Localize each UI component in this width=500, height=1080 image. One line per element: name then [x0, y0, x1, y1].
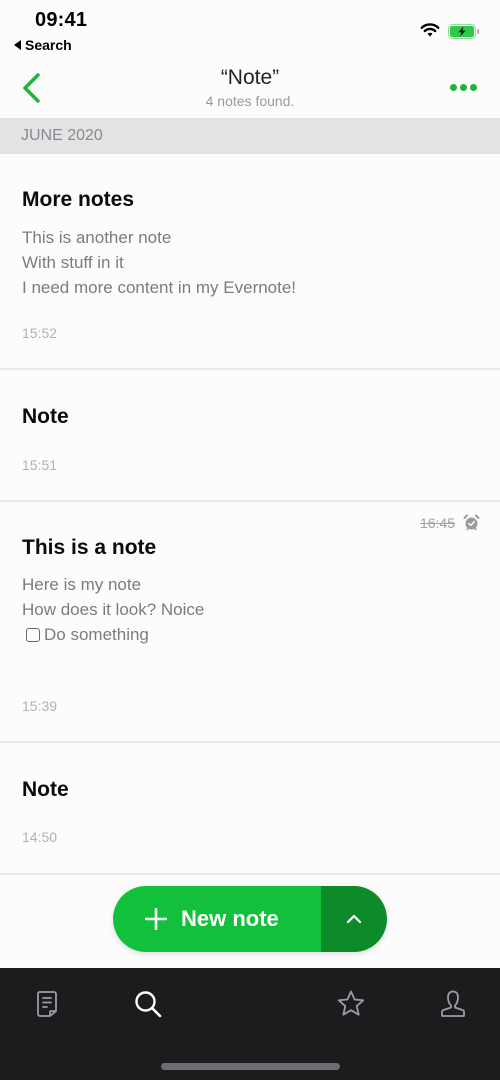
- note-time: 15:52: [22, 325, 58, 341]
- new-note-options-button[interactable]: [321, 886, 387, 952]
- snippet-line: With stuff in it: [22, 253, 124, 272]
- chevron-up-icon: [346, 914, 362, 924]
- result-count: 4 notes found.: [205, 93, 295, 109]
- note-document-icon: [37, 991, 57, 1017]
- star-icon: [337, 990, 365, 1016]
- plus-icon: [145, 908, 167, 930]
- note-title: Note: [22, 405, 69, 428]
- reminder: 16:45: [420, 514, 480, 531]
- note-list-item[interactable]: More notes This is another note With stu…: [0, 154, 500, 370]
- snippet-line: I need more content in my Evernote!: [22, 278, 297, 297]
- more-dots-icon[interactable]: [450, 78, 482, 96]
- note-time: 14:50: [22, 829, 58, 845]
- tab-notes[interactable]: [29, 986, 65, 1022]
- snippet-line: How does it look? Noice: [22, 600, 205, 619]
- nav-bar: “Note” 4 notes found.: [0, 60, 500, 118]
- note-list-item[interactable]: Note 14:50: [0, 743, 500, 875]
- dot: [470, 83, 477, 91]
- tab-account[interactable]: [435, 986, 471, 1022]
- home-indicator[interactable]: [161, 1063, 340, 1070]
- tab-shortcuts[interactable]: [333, 986, 369, 1022]
- back-app-label: Search: [25, 37, 72, 53]
- note-title: More notes: [22, 188, 135, 211]
- note-title: Note: [22, 778, 69, 801]
- tab-bar: [0, 968, 500, 1080]
- status-bar: 09:41 Search: [0, 0, 500, 60]
- note-snippet: Here is my note How does it look? Noice …: [22, 572, 204, 647]
- new-note-button[interactable]: New note: [113, 886, 321, 952]
- snippet-line: Here is my note: [22, 575, 142, 594]
- section-header-month: JUNE 2020: [0, 118, 500, 154]
- checklist-item: Do something: [22, 622, 204, 647]
- dot: [460, 83, 467, 91]
- person-icon: [441, 990, 465, 1017]
- alarm-clock-icon: [463, 514, 480, 531]
- battery-charging-icon: [448, 24, 479, 39]
- note-snippet: This is another note With stuff in it I …: [22, 225, 296, 300]
- status-time: 09:41: [35, 9, 88, 31]
- note-title: This is a note: [22, 536, 157, 559]
- page-title: “Note”: [220, 66, 280, 89]
- search-icon: [135, 991, 162, 1018]
- note-time: 15:39: [22, 698, 58, 714]
- reminder-time: 16:45: [419, 514, 455, 531]
- tab-search[interactable]: [130, 986, 166, 1022]
- snippet-line: This is another note: [22, 228, 172, 247]
- dot: [450, 83, 457, 91]
- note-time: 15:51: [22, 457, 58, 473]
- back-triangle-icon: [14, 40, 21, 50]
- new-note-fab: New note: [113, 886, 387, 952]
- wifi-icon: [420, 23, 440, 37]
- checklist-label: Do something: [44, 625, 149, 644]
- note-list-item[interactable]: Note 15:51: [0, 370, 500, 502]
- new-note-label: New note: [181, 906, 279, 931]
- checkbox-icon: [26, 627, 40, 642]
- note-list-item[interactable]: 16:45 This is a note Here is my note How…: [0, 502, 500, 743]
- back-to-app-link[interactable]: Search: [14, 37, 72, 53]
